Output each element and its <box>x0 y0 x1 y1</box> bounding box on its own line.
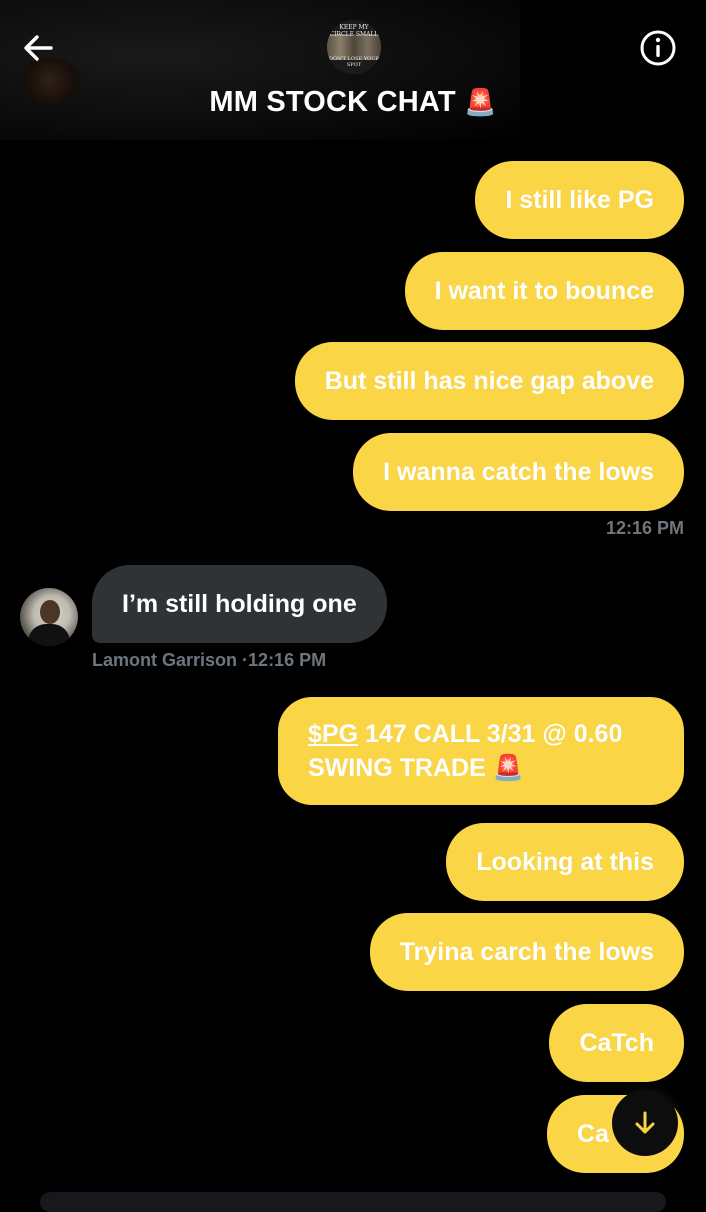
message-bubble-outgoing[interactable]: I still like PG <box>475 161 684 239</box>
info-button[interactable] <box>638 28 678 68</box>
message-bubble-outgoing-trade[interactable]: $PG 147 CALL 3/31 @ 0.60 SWING TRADE 🚨 <box>278 697 684 805</box>
chat-title[interactable]: MM STOCK CHAT 🚨 <box>0 86 706 119</box>
message-composer[interactable] <box>40 1192 666 1212</box>
info-icon <box>640 30 676 66</box>
message-text: I wanna catch the lows <box>383 457 654 486</box>
trade-details: 147 CALL 3/31 @ 0.60 <box>358 720 623 748</box>
chat-title-text: MM STOCK CHAT <box>209 86 456 118</box>
message-bubble-outgoing[interactable]: CaTch <box>549 1004 684 1082</box>
siren-emoji: 🚨 <box>492 754 524 782</box>
sender-avatar[interactable] <box>20 588 78 646</box>
message-text: Ca <box>577 1119 609 1148</box>
group-avatar-text-bottom: DON'T LOSE YOUR SPOT <box>328 56 380 68</box>
avatar-face <box>40 600 60 624</box>
message-text: Looking at this <box>476 847 654 876</box>
trade-line-1: $PG 147 CALL 3/31 @ 0.60 <box>308 717 654 751</box>
message-bubble-outgoing[interactable]: But still has nice gap above <box>294 342 684 420</box>
siren-emoji: 🚨 <box>464 87 497 117</box>
sender-meta: Lamont Garrison ·12:16 PM <box>92 650 326 671</box>
group-avatar[interactable]: KEEP MY CIRCLE SMALL DON'T LOSE YOUR SPO… <box>327 20 381 74</box>
arrow-left-icon <box>24 35 53 61</box>
message-text: But still has nice gap above <box>324 366 654 395</box>
message-bubble-outgoing[interactable]: Looking at this <box>446 823 684 901</box>
scroll-to-bottom-button[interactable] <box>612 1090 678 1156</box>
message-bubble-outgoing[interactable]: Tryina carch the lows <box>369 913 684 991</box>
ticker-link[interactable]: $PG <box>308 720 358 748</box>
trade-line-2: SWING TRADE 🚨 <box>308 751 654 785</box>
message-text: Tryina carch the lows <box>399 937 654 966</box>
message-bubble-outgoing[interactable]: I want it to bounce <box>404 252 684 330</box>
message-bubble-incoming[interactable]: I’m still holding one <box>92 565 387 643</box>
message-text: I still like PG <box>505 185 654 214</box>
trade-type: SWING TRADE <box>308 754 486 782</box>
group-avatar-text-top: KEEP MY CIRCLE SMALL <box>329 24 379 38</box>
arrow-down-icon <box>635 1111 655 1134</box>
sender-name[interactable]: Lamont Garrison <box>92 650 237 670</box>
message-text: I’m still holding one <box>122 589 357 618</box>
message-text: CaTch <box>579 1028 654 1057</box>
header-background <box>0 0 520 140</box>
back-button[interactable] <box>14 24 62 72</box>
message-timestamp: 12:16 PM <box>605 518 684 538</box>
message-text: I want it to bounce <box>434 276 654 305</box>
message-bubble-outgoing[interactable]: I wanna catch the lows <box>353 433 684 511</box>
avatar-shirt <box>28 624 70 646</box>
sender-time: ·12:16 PM <box>242 650 327 670</box>
